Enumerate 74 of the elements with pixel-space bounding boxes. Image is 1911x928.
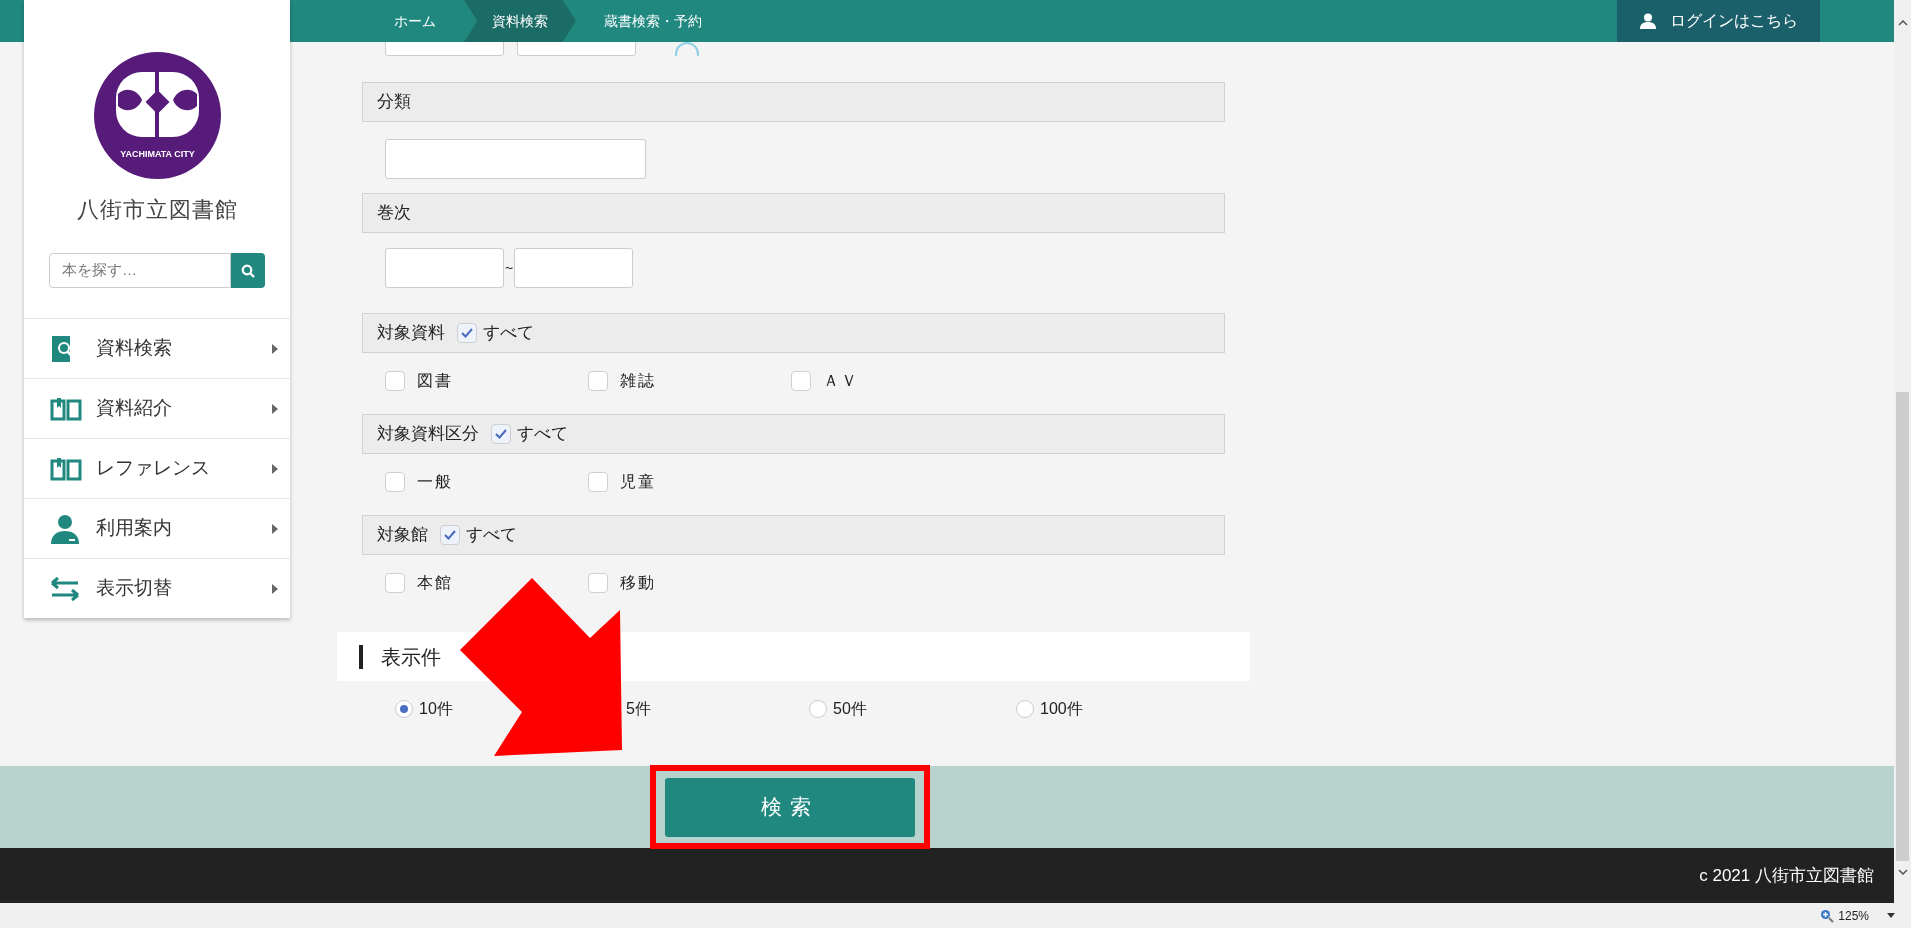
section-title: 分類 <box>377 91 411 114</box>
scroll-down-icon <box>1897 869 1908 875</box>
breadcrumb-link[interactable]: 資料検索 <box>464 0 576 42</box>
checkbox[interactable] <box>791 371 811 391</box>
checkbox-label: ＡＶ <box>823 371 859 391</box>
caret-icon <box>272 523 278 534</box>
login-button[interactable]: ログインはこちら <box>1617 0 1820 42</box>
caret-icon <box>272 403 278 414</box>
checkbox-label: すべて <box>483 322 534 345</box>
checkbox-label: 本館 <box>417 573 453 593</box>
search-button[interactable]: 検索 <box>665 777 915 837</box>
copyright-text: c 2021 八街市立図書館 <box>1699 864 1874 887</box>
radio-button[interactable] <box>809 700 827 718</box>
check-icon <box>495 429 507 439</box>
section-title: 巻次 <box>377 202 411 225</box>
sidebar-menu-item[interactable]: レファレンス <box>24 438 290 498</box>
breadcrumb-link[interactable]: ホーム <box>366 0 464 42</box>
checkbox[interactable] <box>588 371 608 391</box>
checkbox-label: すべて <box>517 423 568 446</box>
search-icon <box>241 263 255 278</box>
radio-button[interactable] <box>395 700 413 718</box>
caret-icon <box>272 343 278 354</box>
checkbox[interactable] <box>588 573 608 593</box>
checkbox[interactable] <box>385 472 405 492</box>
caret-icon <box>272 583 278 594</box>
sidebar-menu-item[interactable]: 資料検索 <box>24 318 290 378</box>
sidebar-menu-item[interactable]: 表示切替 <box>24 558 290 618</box>
search-button[interactable] <box>231 253 265 288</box>
checkbox[interactable] <box>440 525 460 545</box>
person-icon <box>50 513 80 544</box>
radio-label: 50件 <box>833 699 867 719</box>
radio-label: 10件 <box>419 699 453 719</box>
checkbox-label: 図書 <box>417 371 453 391</box>
checkbox-label: 移動 <box>620 573 656 593</box>
sidebar-menu-item[interactable]: 利用案内 <box>24 498 290 558</box>
caret-icon <box>272 463 278 474</box>
scrollbar[interactable] <box>1894 0 1911 903</box>
heading-bar <box>359 644 363 669</box>
input-field[interactable] <box>385 139 646 179</box>
radio-button[interactable] <box>1016 700 1034 718</box>
checkbox-label: 一般 <box>417 472 453 492</box>
checkbox[interactable] <box>385 371 405 391</box>
input-field[interactable] <box>385 248 504 288</box>
scrollbar-thumb[interactable] <box>1896 392 1909 861</box>
check-icon <box>461 328 473 338</box>
checkbox-label: 雑誌 <box>620 371 656 391</box>
checkbox[interactable] <box>457 323 477 343</box>
section-title: 対象館 <box>377 524 428 547</box>
section-title: 対象資料区分 <box>377 423 479 446</box>
book-search-field[interactable]: 本を探す… <box>49 253 231 288</box>
scroll-up-icon <box>1897 20 1908 26</box>
sidebar-menu-item[interactable]: 資料紹介 <box>24 378 290 438</box>
swap-arrows-icon <box>50 575 80 602</box>
checkbox[interactable] <box>491 424 511 444</box>
zoom-icon <box>1820 908 1835 923</box>
radio-label: 5件 <box>626 699 651 719</box>
library-name: 八街市立図書館 <box>76 196 238 224</box>
dropdown-caret-icon[interactable] <box>1887 913 1895 918</box>
range-separator: ~ <box>504 258 515 278</box>
zoom-level[interactable]: 125% <box>1838 906 1869 925</box>
user-icon <box>1639 13 1656 29</box>
section-title: 表示件 <box>381 644 441 670</box>
checkbox[interactable] <box>385 573 405 593</box>
section-title: 対象資料 <box>377 322 445 345</box>
checkbox-label: 児童 <box>620 472 656 492</box>
logo-text: YACHIMATA CITY <box>119 149 195 159</box>
checkbox[interactable] <box>588 472 608 492</box>
open-book-icon <box>50 456 82 481</box>
radio-label: 100件 <box>1040 699 1083 719</box>
breadcrumb-link[interactable]: 蔵書検索・予約 <box>576 0 730 42</box>
checkbox-label: すべて <box>466 524 517 547</box>
input-field[interactable] <box>514 248 634 288</box>
open-book-icon <box>50 396 82 421</box>
check-icon <box>444 530 456 540</box>
